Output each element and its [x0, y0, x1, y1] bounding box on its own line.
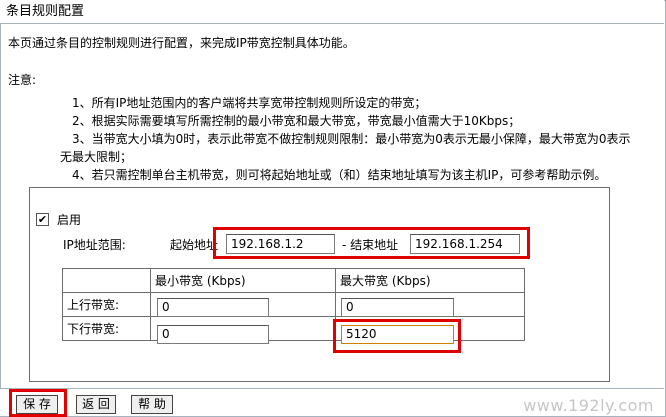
note-item-2: 2、根据实际需要填写所需控制的最小带宽和最大带宽，带宽最小值需大于10Kbps； — [72, 114, 521, 128]
upstream-max-input[interactable]: 0 — [341, 298, 454, 317]
note-item-4: 4、若只需控制单台主机带宽，则可将起始地址或（和）结束地址填写为该主机IP，可参… — [72, 168, 607, 182]
help-button[interactable]: 帮 助 — [131, 395, 173, 414]
upstream-min-input[interactable]: 0 — [157, 298, 269, 317]
downstream-label: 下行带宽: — [62, 316, 151, 341]
notes-title: 注意: — [8, 73, 37, 87]
enable-checkbox[interactable]: ✔ — [36, 213, 49, 226]
enable-row: ✔ 启用 — [36, 211, 81, 228]
end-address-label: - 结束地址 — [342, 236, 398, 253]
table-header-min: 最小带宽 (Kbps) — [150, 268, 336, 293]
intro-text: 本页通过条目的控制规则进行配置，来完成IP带宽控制具体功能。 — [8, 36, 355, 50]
upstream-label: 上行带宽: — [62, 292, 151, 317]
end-address-label-text: 结束地址 — [350, 238, 399, 252]
watermark: www.192ly.com — [523, 396, 654, 415]
enable-label: 启用 — [57, 213, 82, 227]
range-separator: - — [342, 238, 347, 252]
end-address-input[interactable]: 192.168.1.254 — [410, 234, 520, 254]
note-item-1: 1、所有IP地址范围内的客户端将共享宽带控制规则所设定的带宽； — [72, 96, 427, 110]
page-title: 条目规则配置 — [0, 0, 664, 24]
note-item-3: 3、当带宽大小填为0时，表示此带宽不做控制规则限制：最小带宽为0表示无最小保障，… — [72, 132, 631, 146]
back-button[interactable]: 返 回 — [76, 395, 116, 414]
downstream-max-input[interactable]: 5120 — [341, 325, 454, 344]
table-header-row: 最小带宽 (Kbps) 最大带宽 (Kbps) — [62, 268, 525, 293]
start-address-input[interactable]: 192.168.1.2 — [226, 234, 335, 254]
note-item-3-cont: 无最大限制； — [60, 150, 133, 164]
save-button[interactable]: 保 存 — [16, 395, 58, 414]
downstream-min-input[interactable]: 0 — [157, 325, 269, 344]
table-header-max: 最大带宽 (Kbps) — [335, 268, 525, 293]
table-row: 上行带宽: — [62, 292, 525, 317]
ip-range-label: IP地址范围: — [63, 238, 126, 252]
table-header-empty — [62, 268, 151, 293]
start-address-label: 起始地址 — [170, 238, 219, 252]
